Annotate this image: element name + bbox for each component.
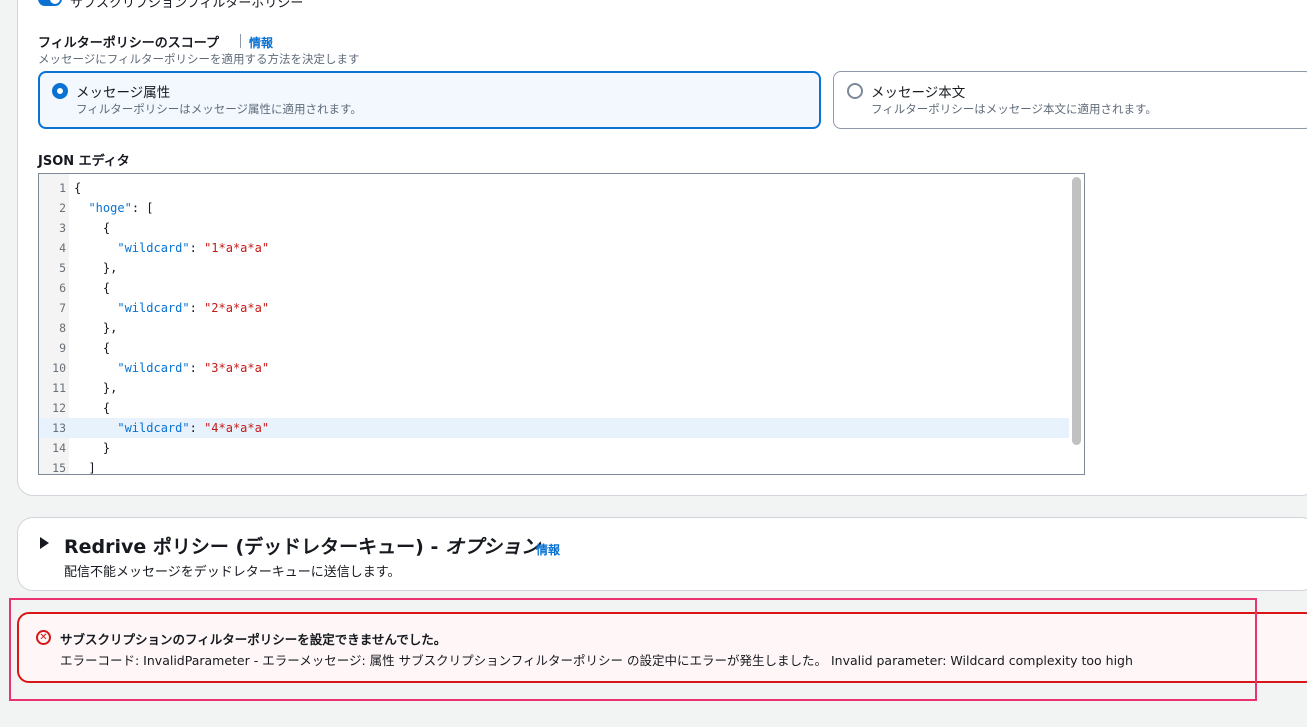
redrive-description: 配信不能メッセージをデッドレターキューに送信します。 [64, 565, 401, 580]
option-label: メッセージ本文 [871, 85, 966, 101]
line-number: 1 [59, 181, 66, 195]
code-line[interactable]: 5 }, [39, 258, 1069, 278]
radio-unselected-icon[interactable] [847, 83, 863, 99]
filter-policy-toggle[interactable] [38, 0, 62, 6]
line-number: 4 [59, 241, 66, 255]
scope-description: メッセージにフィルターポリシーを適用する方法を決定します [38, 52, 360, 66]
line-number: 14 [52, 441, 66, 455]
redrive-title[interactable]: Redrive ポリシー (デッドレターキュー) - オプション [64, 532, 540, 559]
code-text: "hoge": [ [88, 201, 154, 215]
option-label: メッセージ属性 [76, 85, 171, 101]
code-line[interactable]: 13 "wildcard": "4*a*a*a" [39, 418, 1069, 438]
code-line[interactable]: 12 { [39, 398, 1069, 418]
code-line[interactable]: 9 { [39, 338, 1069, 358]
code-line[interactable]: 11 }, [39, 378, 1069, 398]
code-line[interactable]: 14 } [39, 438, 1069, 458]
code-line[interactable]: 15 ] [39, 458, 1069, 475]
code-text: }, [102, 261, 118, 275]
code-line[interactable]: 3 { [39, 218, 1069, 238]
code-line[interactable]: 10 "wildcard": "3*a*a*a" [39, 358, 1069, 378]
code-line[interactable]: 6 { [39, 278, 1069, 298]
code-text: "wildcard": "3*a*a*a" [117, 361, 270, 375]
code-text: "wildcard": "1*a*a*a" [117, 241, 270, 255]
radio-selected-icon[interactable] [52, 83, 68, 99]
code-text: }, [102, 321, 118, 335]
line-number: 9 [59, 341, 66, 355]
code-text: { [102, 221, 111, 235]
scope-option-message-body[interactable]: メッセージ本文 フィルターポリシーはメッセージ本文に適用されます。 [833, 71, 1307, 129]
line-number: 2 [59, 201, 66, 215]
code-text: } [102, 441, 111, 455]
redrive-title-optional: オプション [444, 536, 540, 558]
line-number: 12 [52, 401, 66, 415]
title-separator [240, 34, 241, 48]
code-line[interactable]: 7 "wildcard": "2*a*a*a" [39, 298, 1069, 318]
code-text: { [102, 341, 111, 355]
scope-info-link[interactable]: 情報 [249, 34, 273, 51]
editor-scrollbar[interactable] [1072, 177, 1081, 445]
option-description: フィルターポリシーはメッセージ属性に適用されます。 [76, 102, 362, 116]
code-text: "wildcard": "4*a*a*a" [117, 421, 270, 435]
code-line[interactable]: 1{ [39, 178, 1069, 198]
code-text: { [102, 401, 111, 415]
code-text: "wildcard": "2*a*a*a" [117, 301, 270, 315]
expand-caret-icon[interactable] [40, 537, 49, 549]
code-text: }, [102, 381, 118, 395]
code-text: { [74, 181, 82, 195]
line-number: 11 [52, 381, 66, 395]
scope-option-message-attributes[interactable]: メッセージ属性 フィルターポリシーはメッセージ属性に適用されます。 [38, 71, 821, 129]
line-number: 6 [59, 281, 66, 295]
line-number: 8 [59, 321, 66, 335]
option-description: フィルターポリシーはメッセージ本文に適用されます。 [871, 102, 1157, 116]
code-text: { [102, 281, 111, 295]
line-number: 10 [52, 361, 66, 375]
code-line[interactable]: 2 "hoge": [ [39, 198, 1069, 218]
code-line[interactable]: 8 }, [39, 318, 1069, 338]
line-number: 7 [59, 301, 66, 315]
toggle-label: サブスクリプションフィルターポリシー [70, 0, 304, 11]
line-number: 5 [59, 261, 66, 275]
annotation-highlight-box [9, 598, 1257, 701]
line-number: 3 [59, 221, 66, 235]
scope-title: フィルターポリシーのスコープ [38, 36, 219, 51]
code-line[interactable]: 4 "wildcard": "1*a*a*a" [39, 238, 1069, 258]
json-editor-label: JSON エディタ [38, 154, 130, 169]
line-number: 15 [52, 461, 66, 475]
redrive-title-main: Redrive ポリシー (デッドレターキュー) - [64, 536, 445, 558]
line-number: 13 [52, 421, 66, 435]
json-editor[interactable]: 1{2 "hoge": [3 {4 "wildcard": "1*a*a*a" 5… [38, 173, 1085, 475]
code-text: ] [88, 461, 96, 475]
redrive-info-link[interactable]: 情報 [536, 541, 560, 558]
